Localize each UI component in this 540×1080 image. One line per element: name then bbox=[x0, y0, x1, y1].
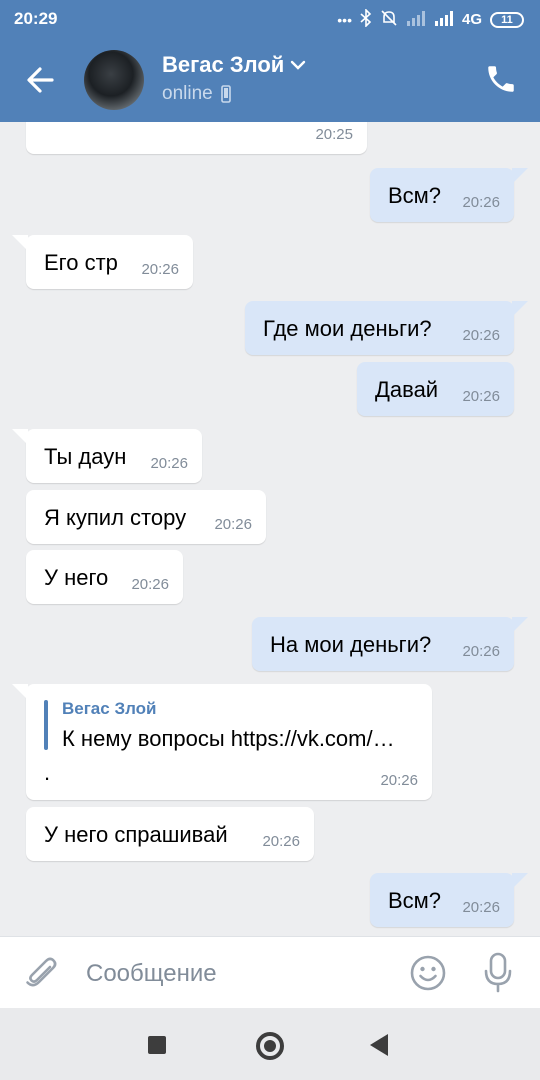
message-outgoing[interactable]: Где мои деньги? 20:26 bbox=[245, 301, 528, 355]
message-outgoing[interactable]: На мои деньги? 20:26 bbox=[252, 617, 528, 671]
contact-name: Вегас Злой bbox=[162, 52, 285, 77]
mobile-device-icon bbox=[220, 85, 231, 103]
mute-bell-icon bbox=[380, 9, 398, 31]
network-type: 4G bbox=[461, 11, 482, 28]
message-time: 20:26 bbox=[380, 772, 418, 789]
reply-text[interactable]: К нему вопросы https://vk.com/… bbox=[62, 728, 395, 750]
message-incoming[interactable]: 20:25 bbox=[26, 122, 367, 154]
message-time: 20:26 bbox=[462, 899, 500, 916]
message-composer bbox=[0, 936, 540, 1008]
bubble-tail bbox=[512, 873, 528, 889]
signal-weak-icon bbox=[406, 10, 426, 30]
status-time: 20:29 bbox=[14, 9, 58, 28]
chat-header: Вегас Злой online bbox=[0, 38, 540, 122]
message-text: Всм? bbox=[388, 888, 442, 913]
call-button[interactable] bbox=[484, 62, 518, 96]
message-time: 20:26 bbox=[150, 455, 188, 472]
message-time: 20:26 bbox=[462, 388, 500, 405]
avatar[interactable] bbox=[84, 50, 144, 110]
message-text: Ты даун bbox=[44, 444, 127, 469]
recents-button[interactable] bbox=[148, 1036, 166, 1054]
message-list[interactable]: 20:25 Всм? 20:26 Его стр 20:26 Где мои д… bbox=[0, 122, 540, 936]
message-text: На мои деньги? bbox=[270, 632, 432, 657]
bubble-tail bbox=[512, 301, 528, 317]
arrow-left-icon bbox=[27, 67, 54, 93]
message-text: У него спрашивай bbox=[44, 822, 228, 847]
message-outgoing[interactable]: Всм? 20:26 bbox=[370, 873, 528, 927]
chevron-down-icon bbox=[291, 60, 306, 70]
microphone-icon bbox=[484, 952, 512, 993]
emoji-button[interactable] bbox=[408, 953, 448, 993]
top-bar: 20:29 ••• 4G 11 Вегас Злой online bbox=[0, 0, 540, 122]
message-incoming[interactable]: У него спрашивай 20:26 bbox=[26, 807, 314, 861]
bubble-tail bbox=[12, 429, 28, 445]
message-incoming-reply[interactable]: Вегас Злой К нему вопросы https://vk.com… bbox=[12, 684, 432, 800]
message-text: Давай bbox=[375, 377, 439, 402]
bubble-tail bbox=[12, 235, 28, 251]
message-text: Я купил стору bbox=[44, 505, 187, 530]
message-time: 20:26 bbox=[462, 194, 500, 211]
bluetooth-icon bbox=[360, 8, 372, 31]
status-bar: 20:29 ••• 4G 11 bbox=[0, 0, 540, 38]
voice-button[interactable] bbox=[478, 951, 518, 993]
signal-icon bbox=[434, 10, 454, 30]
phone-icon bbox=[488, 66, 514, 92]
status-icons: ••• 4G 11 bbox=[337, 8, 524, 31]
bubble-tail bbox=[512, 168, 528, 184]
message-time: 20:25 bbox=[315, 126, 353, 143]
message-incoming[interactable]: Его стр 20:26 bbox=[12, 235, 193, 289]
battery-indicator: 11 bbox=[490, 12, 524, 28]
message-incoming[interactable]: Ты даун 20:26 bbox=[12, 429, 202, 483]
message-outgoing[interactable]: Давай 20:26 bbox=[357, 362, 514, 416]
message-text: Всм? bbox=[388, 183, 442, 208]
contact-status: online bbox=[162, 83, 231, 105]
attach-button[interactable] bbox=[22, 953, 62, 993]
smiley-icon bbox=[410, 955, 446, 991]
reply-author[interactable]: Вегас Злой bbox=[62, 700, 157, 717]
status-text: online bbox=[162, 83, 213, 104]
message-incoming[interactable]: Я купил стору 20:26 bbox=[26, 490, 266, 544]
message-time: 20:26 bbox=[462, 327, 500, 344]
message-incoming[interactable]: У него 20:26 bbox=[26, 550, 183, 604]
more-dots-icon: ••• bbox=[337, 12, 352, 28]
message-text: . bbox=[44, 760, 51, 785]
message-text: У него bbox=[44, 565, 109, 590]
message-time: 20:26 bbox=[141, 261, 179, 278]
reply-quote-bar bbox=[44, 700, 48, 750]
message-time: 20:26 bbox=[131, 576, 169, 593]
system-nav-bar bbox=[0, 1008, 540, 1080]
message-time: 20:26 bbox=[214, 516, 252, 533]
nav-back-button[interactable] bbox=[370, 1034, 388, 1056]
home-button[interactable] bbox=[256, 1032, 284, 1060]
back-button[interactable] bbox=[22, 60, 62, 100]
bubble-tail bbox=[12, 684, 28, 700]
bubble-tail bbox=[512, 617, 528, 633]
contact-name-button[interactable]: Вегас Злой bbox=[162, 52, 306, 78]
message-time: 20:26 bbox=[462, 643, 500, 660]
paperclip-icon bbox=[26, 957, 57, 987]
message-outgoing[interactable]: Всм? 20:26 bbox=[370, 168, 528, 222]
message-text: Его стр bbox=[44, 250, 118, 275]
message-input[interactable] bbox=[86, 957, 386, 991]
message-text: Где мои деньги? bbox=[263, 316, 432, 341]
message-time: 20:26 bbox=[262, 833, 300, 850]
